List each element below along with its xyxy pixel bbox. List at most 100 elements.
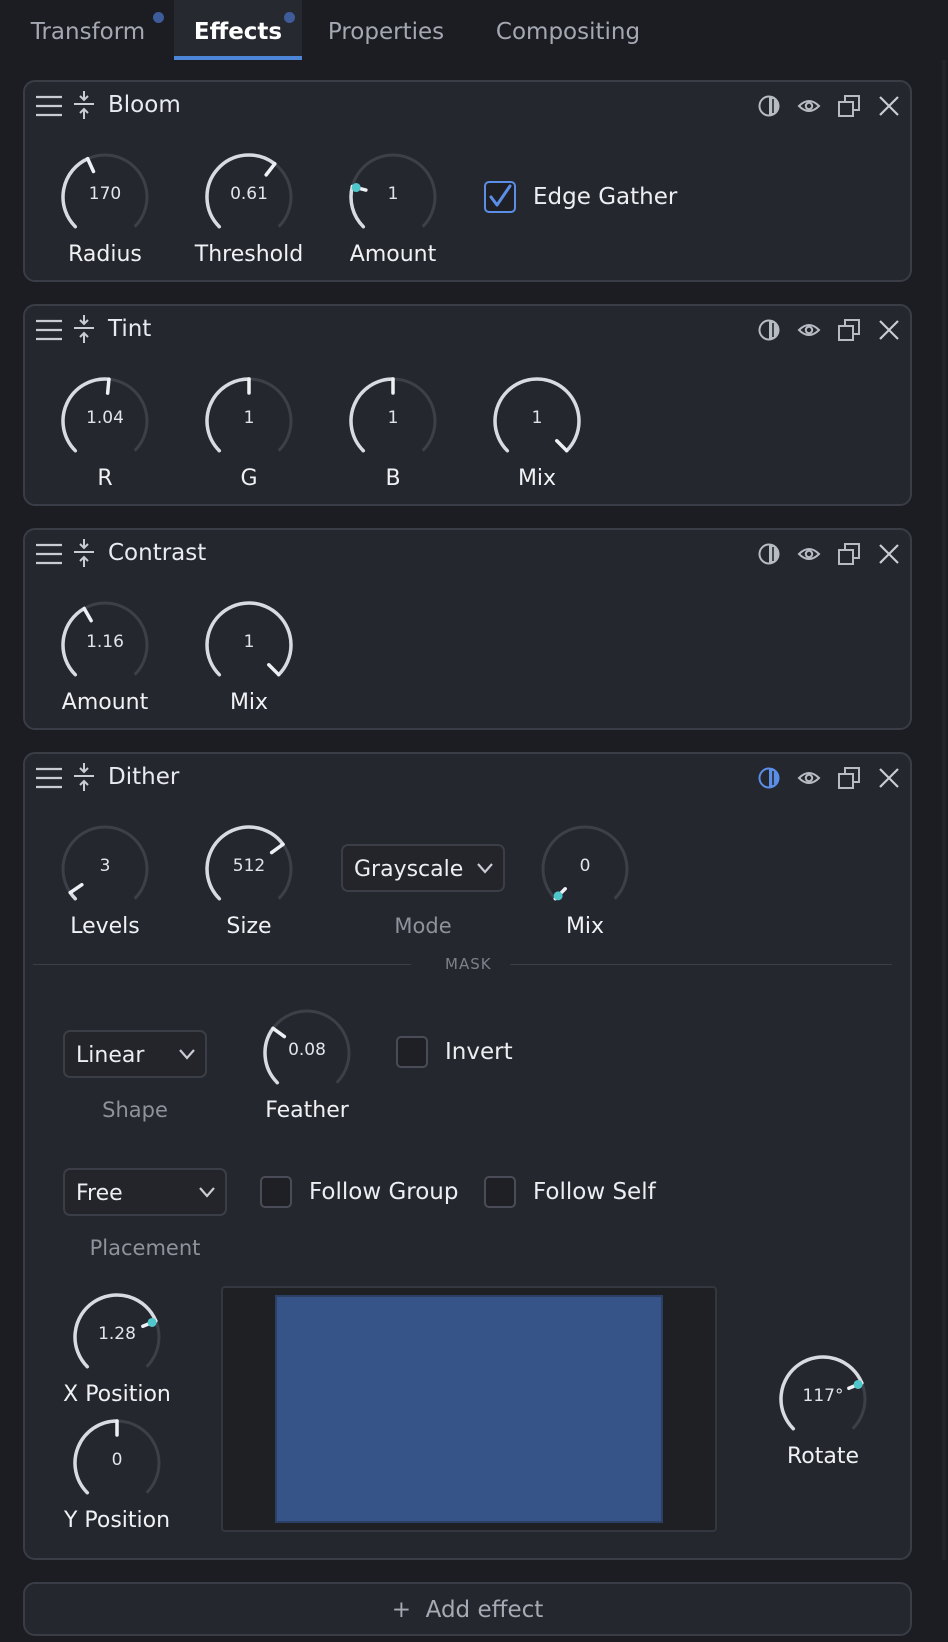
knob-value: 1.04 xyxy=(86,408,124,428)
knob-value: 170 xyxy=(88,184,122,204)
effect-panel-dither: Dither 3 Levels 512 Size Grayscale Mode … xyxy=(23,752,912,1560)
knob-label: X Position xyxy=(63,1382,171,1407)
knob-rotate[interactable]: 117° Rotate xyxy=(763,1354,883,1474)
knob-value: 3 xyxy=(99,856,111,876)
duplicate-icon[interactable] xyxy=(837,318,861,342)
add-effect-button[interactable]: + Add effect xyxy=(23,1582,912,1636)
knob-amount[interactable]: 1.16 Amount xyxy=(45,600,165,720)
select-value: Linear xyxy=(76,1043,145,1068)
knob-radius[interactable]: 170 Radius xyxy=(45,152,165,272)
solo-icon[interactable] xyxy=(757,542,781,566)
mask-preview[interactable] xyxy=(221,1286,717,1532)
knob-mix[interactable]: 1 Mix xyxy=(189,600,309,720)
invert-label: Invert xyxy=(445,1039,513,1065)
checkmark-icon xyxy=(489,184,512,207)
duplicate-icon[interactable] xyxy=(837,766,861,790)
drag-handle-icon[interactable] xyxy=(35,318,63,342)
knob-label: Size xyxy=(226,914,272,939)
drag-handle-icon[interactable] xyxy=(35,542,63,566)
knob-label: Amount xyxy=(349,242,437,267)
drag-handle-icon[interactable] xyxy=(35,766,63,790)
knob-amount[interactable]: 1 Amount xyxy=(333,152,453,272)
collapse-icon[interactable] xyxy=(73,762,95,792)
close-icon[interactable] xyxy=(877,766,901,790)
close-icon[interactable] xyxy=(877,318,901,342)
solo-icon[interactable] xyxy=(757,318,781,342)
knob-value: 117° xyxy=(802,1386,844,1406)
shape-label: Shape xyxy=(102,1098,168,1122)
chevron-down-icon xyxy=(177,1044,197,1068)
knob-value: 1.28 xyxy=(98,1324,136,1344)
eye-icon[interactable] xyxy=(797,320,821,340)
knob-levels[interactable]: 3 Levels xyxy=(45,824,165,944)
knob-label: Y Position xyxy=(63,1508,171,1533)
knob-label: Threshold xyxy=(194,242,304,267)
knob-y-position[interactable]: 0 Y Position xyxy=(57,1418,177,1538)
knob-label: Mix xyxy=(565,914,605,939)
knob-label: Levels xyxy=(70,914,140,939)
knob-mix[interactable]: 1 Mix xyxy=(477,376,597,496)
knob-value: 1 xyxy=(387,184,399,204)
knob-label: Amount xyxy=(61,690,149,715)
shape-select[interactable]: Linear xyxy=(63,1030,207,1078)
collapse-icon[interactable] xyxy=(73,314,95,344)
mode-select[interactable]: Grayscale xyxy=(341,844,505,892)
drag-handle-icon[interactable] xyxy=(35,94,63,118)
knob-value: 1 xyxy=(243,408,255,428)
scrollbar[interactable] xyxy=(942,60,946,1560)
follow-group-label: Follow Group xyxy=(309,1179,459,1205)
tab-transform[interactable]: Transform xyxy=(18,0,158,60)
mask-heading: MASK xyxy=(445,955,492,973)
knob-value: 0.61 xyxy=(230,184,268,204)
select-value: Grayscale xyxy=(354,857,464,882)
knob-value: 1.16 xyxy=(86,632,124,652)
close-icon[interactable] xyxy=(877,94,901,118)
select-value: Free xyxy=(76,1181,123,1206)
placement-select[interactable]: Free xyxy=(63,1168,227,1216)
collapse-icon[interactable] xyxy=(73,538,95,568)
knob-g[interactable]: 1 G xyxy=(189,376,309,496)
knob-feather[interactable]: 0.08 Feather xyxy=(247,1008,367,1128)
mask-rectangle[interactable] xyxy=(275,1295,663,1523)
panel-title: Tint xyxy=(108,316,152,342)
knob-b[interactable]: 1 B xyxy=(333,376,453,496)
duplicate-icon[interactable] xyxy=(837,542,861,566)
knob-r[interactable]: 1.04 R xyxy=(45,376,165,496)
knob-threshold[interactable]: 0.61 Threshold xyxy=(189,152,309,272)
divider xyxy=(510,964,892,965)
eye-icon[interactable] xyxy=(797,768,821,788)
knob-size[interactable]: 512 Size xyxy=(189,824,309,944)
invert-checkbox[interactable] xyxy=(396,1036,428,1068)
knob-x-position[interactable]: 1.28 X Position xyxy=(57,1292,177,1412)
knob-label: Feather xyxy=(265,1098,349,1123)
knob-label: Mix xyxy=(517,466,557,491)
solo-icon-active[interactable] xyxy=(757,766,781,790)
effect-panel-contrast: Contrast 1.16 Amount 1 Mix xyxy=(23,528,912,730)
tab-compositing[interactable]: Compositing xyxy=(492,0,644,60)
collapse-icon[interactable] xyxy=(73,90,95,120)
follow-group-checkbox[interactable] xyxy=(260,1176,292,1208)
follow-self-checkbox[interactable] xyxy=(484,1176,516,1208)
tab-bar: Transform Effects Properties Compositing xyxy=(0,0,948,62)
duplicate-icon[interactable] xyxy=(837,94,861,118)
knob-label: R xyxy=(97,466,113,491)
edge-gather-checkbox[interactable] xyxy=(484,181,516,213)
knob-label: B xyxy=(385,466,401,491)
eye-icon[interactable] xyxy=(797,544,821,564)
plus-icon: + xyxy=(391,1597,411,1623)
panel-title: Bloom xyxy=(108,92,181,118)
knob-label: Rotate xyxy=(786,1444,860,1469)
divider xyxy=(33,964,411,965)
tab-effects[interactable]: Effects xyxy=(174,0,302,60)
close-icon[interactable] xyxy=(877,542,901,566)
panel-title: Dither xyxy=(108,764,180,790)
knob-label: Radius xyxy=(68,242,142,267)
knob-mix[interactable]: 0 Mix xyxy=(525,824,645,944)
effect-panel-tint: Tint 1.04 R 1 G 1 B 1 Mix xyxy=(23,304,912,506)
knob-value: 512 xyxy=(232,856,266,876)
eye-icon[interactable] xyxy=(797,96,821,116)
solo-icon[interactable] xyxy=(757,94,781,118)
knob-value: 1 xyxy=(243,632,255,652)
follow-self-label: Follow Self xyxy=(533,1179,656,1205)
tab-properties[interactable]: Properties xyxy=(318,0,454,60)
